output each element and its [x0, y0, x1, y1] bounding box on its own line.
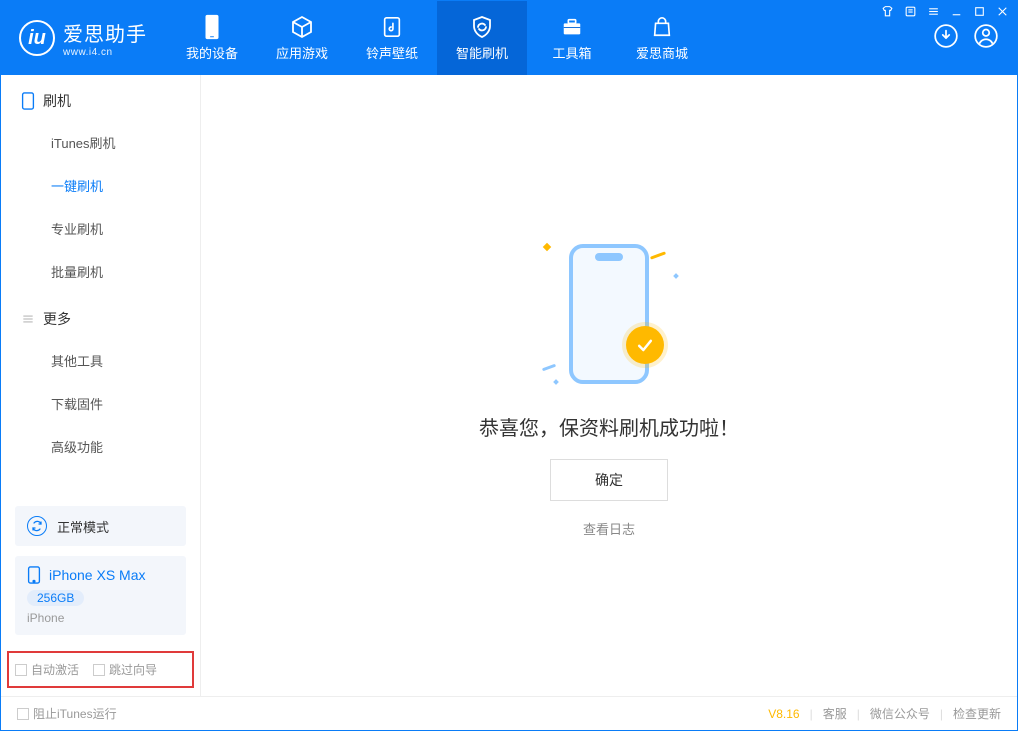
version-label: V8.16 [768, 707, 799, 721]
mode-label: 正常模式 [57, 517, 109, 536]
device-type: iPhone [27, 611, 174, 625]
tab-label: 铃声壁纸 [366, 43, 418, 62]
footer-link-support[interactable]: 客服 [823, 705, 847, 722]
sparkle-icon [542, 363, 556, 371]
checkbox-auto-activate[interactable]: 自动激活 [15, 661, 79, 678]
mode-box[interactable]: 正常模式 [15, 506, 186, 546]
cube-icon [290, 15, 314, 39]
shirt-icon[interactable] [881, 5, 894, 21]
toolbox-icon [560, 15, 584, 39]
logo-subtitle: www.i4.cn [63, 47, 147, 58]
sidebar-item-pro-flash[interactable]: 专业刷机 [1, 207, 200, 250]
sidebar-item-download-firmware[interactable]: 下载固件 [1, 382, 200, 425]
sidebar-group-more: 更多 [1, 293, 200, 339]
download-icon[interactable] [933, 23, 959, 54]
sidebar-group-flash: 刷机 [1, 75, 200, 121]
success-illustration [534, 234, 684, 394]
device-icon [200, 15, 224, 39]
footer: 阻止iTunes运行 V8.16 | 客服 | 微信公众号 | 检查更新 [1, 696, 1017, 730]
checkbox-skip-wizard[interactable]: 跳过向导 [93, 661, 157, 678]
sidebar-item-advanced[interactable]: 高级功能 [1, 425, 200, 468]
footer-link-wechat[interactable]: 微信公众号 [870, 705, 930, 722]
body: 刷机 iTunes刷机 一键刷机 专业刷机 批量刷机 更多 其他工具 下载固件 … [1, 75, 1017, 696]
main-content: 恭喜您，保资料刷机成功啦！ 确定 查看日志 [201, 75, 1017, 696]
tab-label: 爱思商城 [636, 43, 688, 62]
tab-my-device[interactable]: 我的设备 [167, 1, 257, 75]
phone-icon [27, 566, 41, 584]
app-window: iu 爱思助手 www.i4.cn 我的设备 应用游戏 铃声壁纸 [0, 0, 1018, 731]
sidebar-item-oneclick-flash[interactable]: 一键刷机 [1, 164, 200, 207]
sidebar-item-other-tools[interactable]: 其他工具 [1, 339, 200, 382]
tab-label: 应用游戏 [276, 43, 328, 62]
sparkle-icon [650, 251, 666, 259]
close-button[interactable] [996, 5, 1009, 21]
option-row-highlight: 自动激活 跳过向导 [7, 651, 194, 688]
tab-store[interactable]: 爱思商城 [617, 1, 707, 75]
sync-icon [27, 516, 47, 536]
checkbox-label: 跳过向导 [109, 661, 157, 678]
user-icon[interactable] [973, 23, 999, 54]
device-box[interactable]: iPhone XS Max 256GB iPhone [15, 556, 186, 635]
tab-label: 智能刷机 [456, 43, 508, 62]
sparkle-icon [553, 379, 559, 385]
view-log-link[interactable]: 查看日志 [583, 519, 635, 538]
shield-sync-icon [470, 15, 494, 39]
tab-label: 我的设备 [186, 43, 238, 62]
tab-smart-flash[interactable]: 智能刷机 [437, 1, 527, 75]
header-main: iu 爱思助手 www.i4.cn 我的设备 应用游戏 铃声壁纸 [1, 1, 1017, 75]
checkbox-icon [17, 708, 29, 720]
checkbox-label: 自动激活 [31, 661, 79, 678]
logo-icon: iu [19, 20, 55, 56]
checkbox-label: 阻止iTunes运行 [33, 705, 117, 722]
more-icon [21, 312, 35, 326]
sidebar-item-itunes-flash[interactable]: iTunes刷机 [1, 121, 200, 164]
device-capacity: 256GB [27, 590, 84, 606]
header-right [933, 23, 1005, 54]
phone-icon [21, 92, 35, 110]
checkbox-block-itunes[interactable]: 阻止iTunes运行 [17, 705, 117, 722]
tab-ringtone-wallpaper[interactable]: 铃声壁纸 [347, 1, 437, 75]
checkbox-icon [93, 664, 105, 676]
checkbox-icon [15, 664, 27, 676]
sparkle-icon [543, 242, 551, 250]
tab-apps-games[interactable]: 应用游戏 [257, 1, 347, 75]
group-title: 更多 [43, 309, 71, 329]
maximize-button[interactable] [973, 5, 986, 21]
tab-toolbox[interactable]: 工具箱 [527, 1, 617, 75]
success-message: 恭喜您，保资料刷机成功啦！ [479, 412, 739, 441]
list-icon[interactable] [904, 5, 917, 21]
sidebar-item-batch-flash[interactable]: 批量刷机 [1, 250, 200, 293]
ok-button[interactable]: 确定 [550, 459, 668, 501]
minimize-button[interactable] [950, 5, 963, 21]
tabs: 我的设备 应用游戏 铃声壁纸 智能刷机 工具箱 [167, 1, 707, 75]
device-name: iPhone XS Max [49, 567, 146, 583]
logo-title: 爱思助手 [63, 18, 147, 47]
bag-icon [650, 15, 674, 39]
tab-label: 工具箱 [552, 43, 591, 62]
check-badge-icon [626, 326, 664, 364]
logo: iu 爱思助手 www.i4.cn [19, 18, 147, 58]
window-controls [881, 5, 1009, 21]
header: iu 爱思助手 www.i4.cn 我的设备 应用游戏 铃声壁纸 [1, 1, 1017, 75]
sidebar: 刷机 iTunes刷机 一键刷机 专业刷机 批量刷机 更多 其他工具 下载固件 … [1, 75, 201, 696]
music-file-icon [380, 15, 404, 39]
sparkle-icon [673, 273, 679, 279]
group-title: 刷机 [43, 91, 71, 111]
footer-link-update[interactable]: 检查更新 [953, 705, 1001, 722]
menu-icon[interactable] [927, 5, 940, 21]
